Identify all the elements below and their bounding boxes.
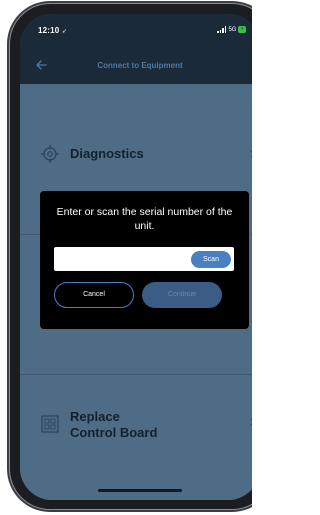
chevron-right-icon (250, 418, 252, 426)
cancel-button[interactable]: Cancel (54, 282, 134, 308)
stage: 12:10 ➶ 5G ⚡ Connect to Equipment Diagno… (0, 0, 252, 515)
network-label: 5G (228, 26, 237, 33)
serial-number-dialog: Enter or scan the serial number of the u… (40, 191, 249, 329)
menu-item-replace-label-line1: Replace (70, 409, 120, 424)
signal-icon (217, 26, 227, 33)
menu-item-diagnostics-label: Diagnostics (70, 146, 144, 161)
page-title: Connect to Equipment (97, 61, 183, 70)
battery-icon: ⚡ (238, 26, 246, 33)
control-board-icon (41, 415, 59, 433)
dialog-message: Enter or scan the serial number of the u… (56, 206, 233, 232)
phone-screen: 12:10 ➶ 5G ⚡ Connect to Equipment Diagno… (20, 14, 252, 500)
status-time: 12:10 ➶ (38, 26, 67, 35)
app-header: Connect to Equipment (20, 48, 252, 84)
chevron-right-icon (250, 150, 252, 158)
location-arrow-icon: ➶ (61, 29, 68, 35)
home-indicator (98, 489, 182, 492)
crosshair-target-icon (41, 145, 59, 163)
status-indicators: 5G ⚡ (217, 26, 246, 33)
scan-button[interactable]: Scan (191, 251, 231, 268)
status-time-text: 12:10 (38, 26, 60, 35)
menu-item-replace-control-board[interactable]: Replace Control Board (20, 375, 252, 490)
continue-button[interactable]: Continue (142, 282, 222, 308)
menu-item-replace-label-line2: Control Board (70, 425, 158, 440)
status-bar: 12:10 ➶ 5G ⚡ (20, 14, 252, 48)
